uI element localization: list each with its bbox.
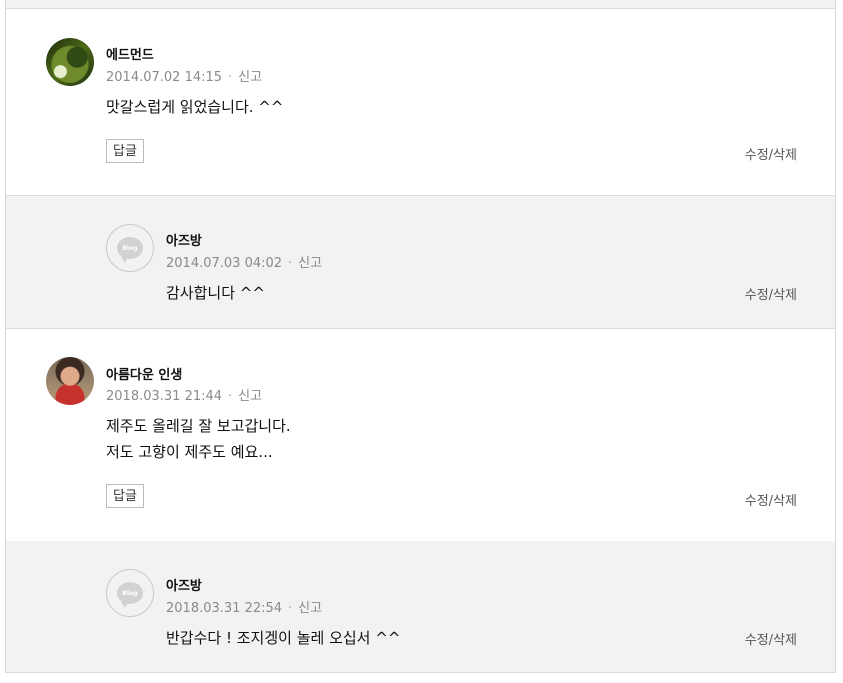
- comment-line: 제주도 올레길 잘 보고갑니다.: [106, 417, 291, 435]
- comment-list: 에드먼드 2014.07.02 14:15 · 신고 맛갈스럽게 읽었습니다. ^^…: [5, 0, 836, 673]
- meta-separator: ·: [228, 389, 233, 404]
- blog-avatar[interactable]: Blog: [106, 569, 154, 617]
- speech-bubble-icon: Blog: [117, 237, 143, 263]
- comment-body: 맛갈스럽게 읽었습니다. ^^: [106, 94, 283, 120]
- comment-line: 반갑수다 ! 조지겡이 놀레 오십서 ^^: [166, 629, 401, 647]
- reply-item: Blog 아즈방 2014.07.03 04:02 · 신고 감사합니다 ^^ 수정…: [6, 196, 835, 329]
- comment-author[interactable]: 에드먼드: [106, 44, 154, 63]
- comment-date: 2018.03.31 22:54: [166, 601, 283, 616]
- meta-separator: ·: [228, 70, 233, 85]
- speech-bubble-icon: Blog: [117, 582, 143, 608]
- comment-line: 감사합니다 ^^: [166, 284, 265, 302]
- top-divider: [6, 0, 835, 9]
- reply-item: Blog 아즈방 2018.03.31 22:54 · 신고 반갑수다 ! 조지겡이…: [6, 541, 835, 672]
- edit-delete-link[interactable]: 수정/삭제: [745, 490, 797, 509]
- meta-separator: ·: [288, 256, 293, 271]
- avatar[interactable]: [46, 38, 94, 86]
- edit-delete-link[interactable]: 수정/삭제: [745, 144, 797, 163]
- edit-delete-link[interactable]: 수정/삭제: [745, 284, 797, 303]
- report-link[interactable]: 신고: [238, 70, 262, 85]
- comment-author[interactable]: 아즈방: [166, 230, 202, 249]
- blog-avatar[interactable]: Blog: [106, 224, 154, 272]
- comment-body: 반갑수다 ! 조지겡이 놀레 오십서 ^^: [166, 625, 400, 651]
- avatar[interactable]: [46, 357, 94, 405]
- comment-line: 맛갈스럽게 읽었습니다. ^^: [106, 98, 284, 116]
- comment-author[interactable]: 아즈방: [166, 575, 202, 594]
- edit-delete-link[interactable]: 수정/삭제: [745, 629, 797, 648]
- report-link[interactable]: 신고: [298, 256, 322, 271]
- comment-body: 제주도 올레길 잘 보고갑니다. 저도 고향이 제주도 예요...: [106, 413, 291, 465]
- reply-button[interactable]: 답글: [106, 139, 144, 163]
- reply-button[interactable]: 답글: [106, 484, 144, 508]
- comment-item: 아름다운 인생 2018.03.31 21:44 · 신고 제주도 올레길 잘 보고…: [6, 329, 835, 541]
- comment-meta: 2018.03.31 21:44 · 신고: [106, 385, 262, 404]
- comment-meta: 2018.03.31 22:54 · 신고: [166, 597, 322, 616]
- comment-meta: 2014.07.03 04:02 · 신고: [166, 252, 322, 271]
- report-link[interactable]: 신고: [238, 389, 262, 404]
- report-link[interactable]: 신고: [298, 601, 322, 616]
- comment-date: 2018.03.31 21:44: [106, 389, 223, 404]
- meta-separator: ·: [288, 601, 293, 616]
- comment-meta: 2014.07.02 14:15 · 신고: [106, 66, 262, 85]
- comment-body: 감사합니다 ^^: [166, 280, 265, 306]
- comment-date: 2014.07.02 14:15: [106, 70, 223, 85]
- comment-date: 2014.07.03 04:02: [166, 256, 283, 271]
- comment-item: 에드먼드 2014.07.02 14:15 · 신고 맛갈스럽게 읽었습니다. ^^…: [6, 9, 835, 196]
- comment-author[interactable]: 아름다운 인생: [106, 364, 182, 383]
- comment-line: 저도 고향이 제주도 예요...: [106, 443, 273, 461]
